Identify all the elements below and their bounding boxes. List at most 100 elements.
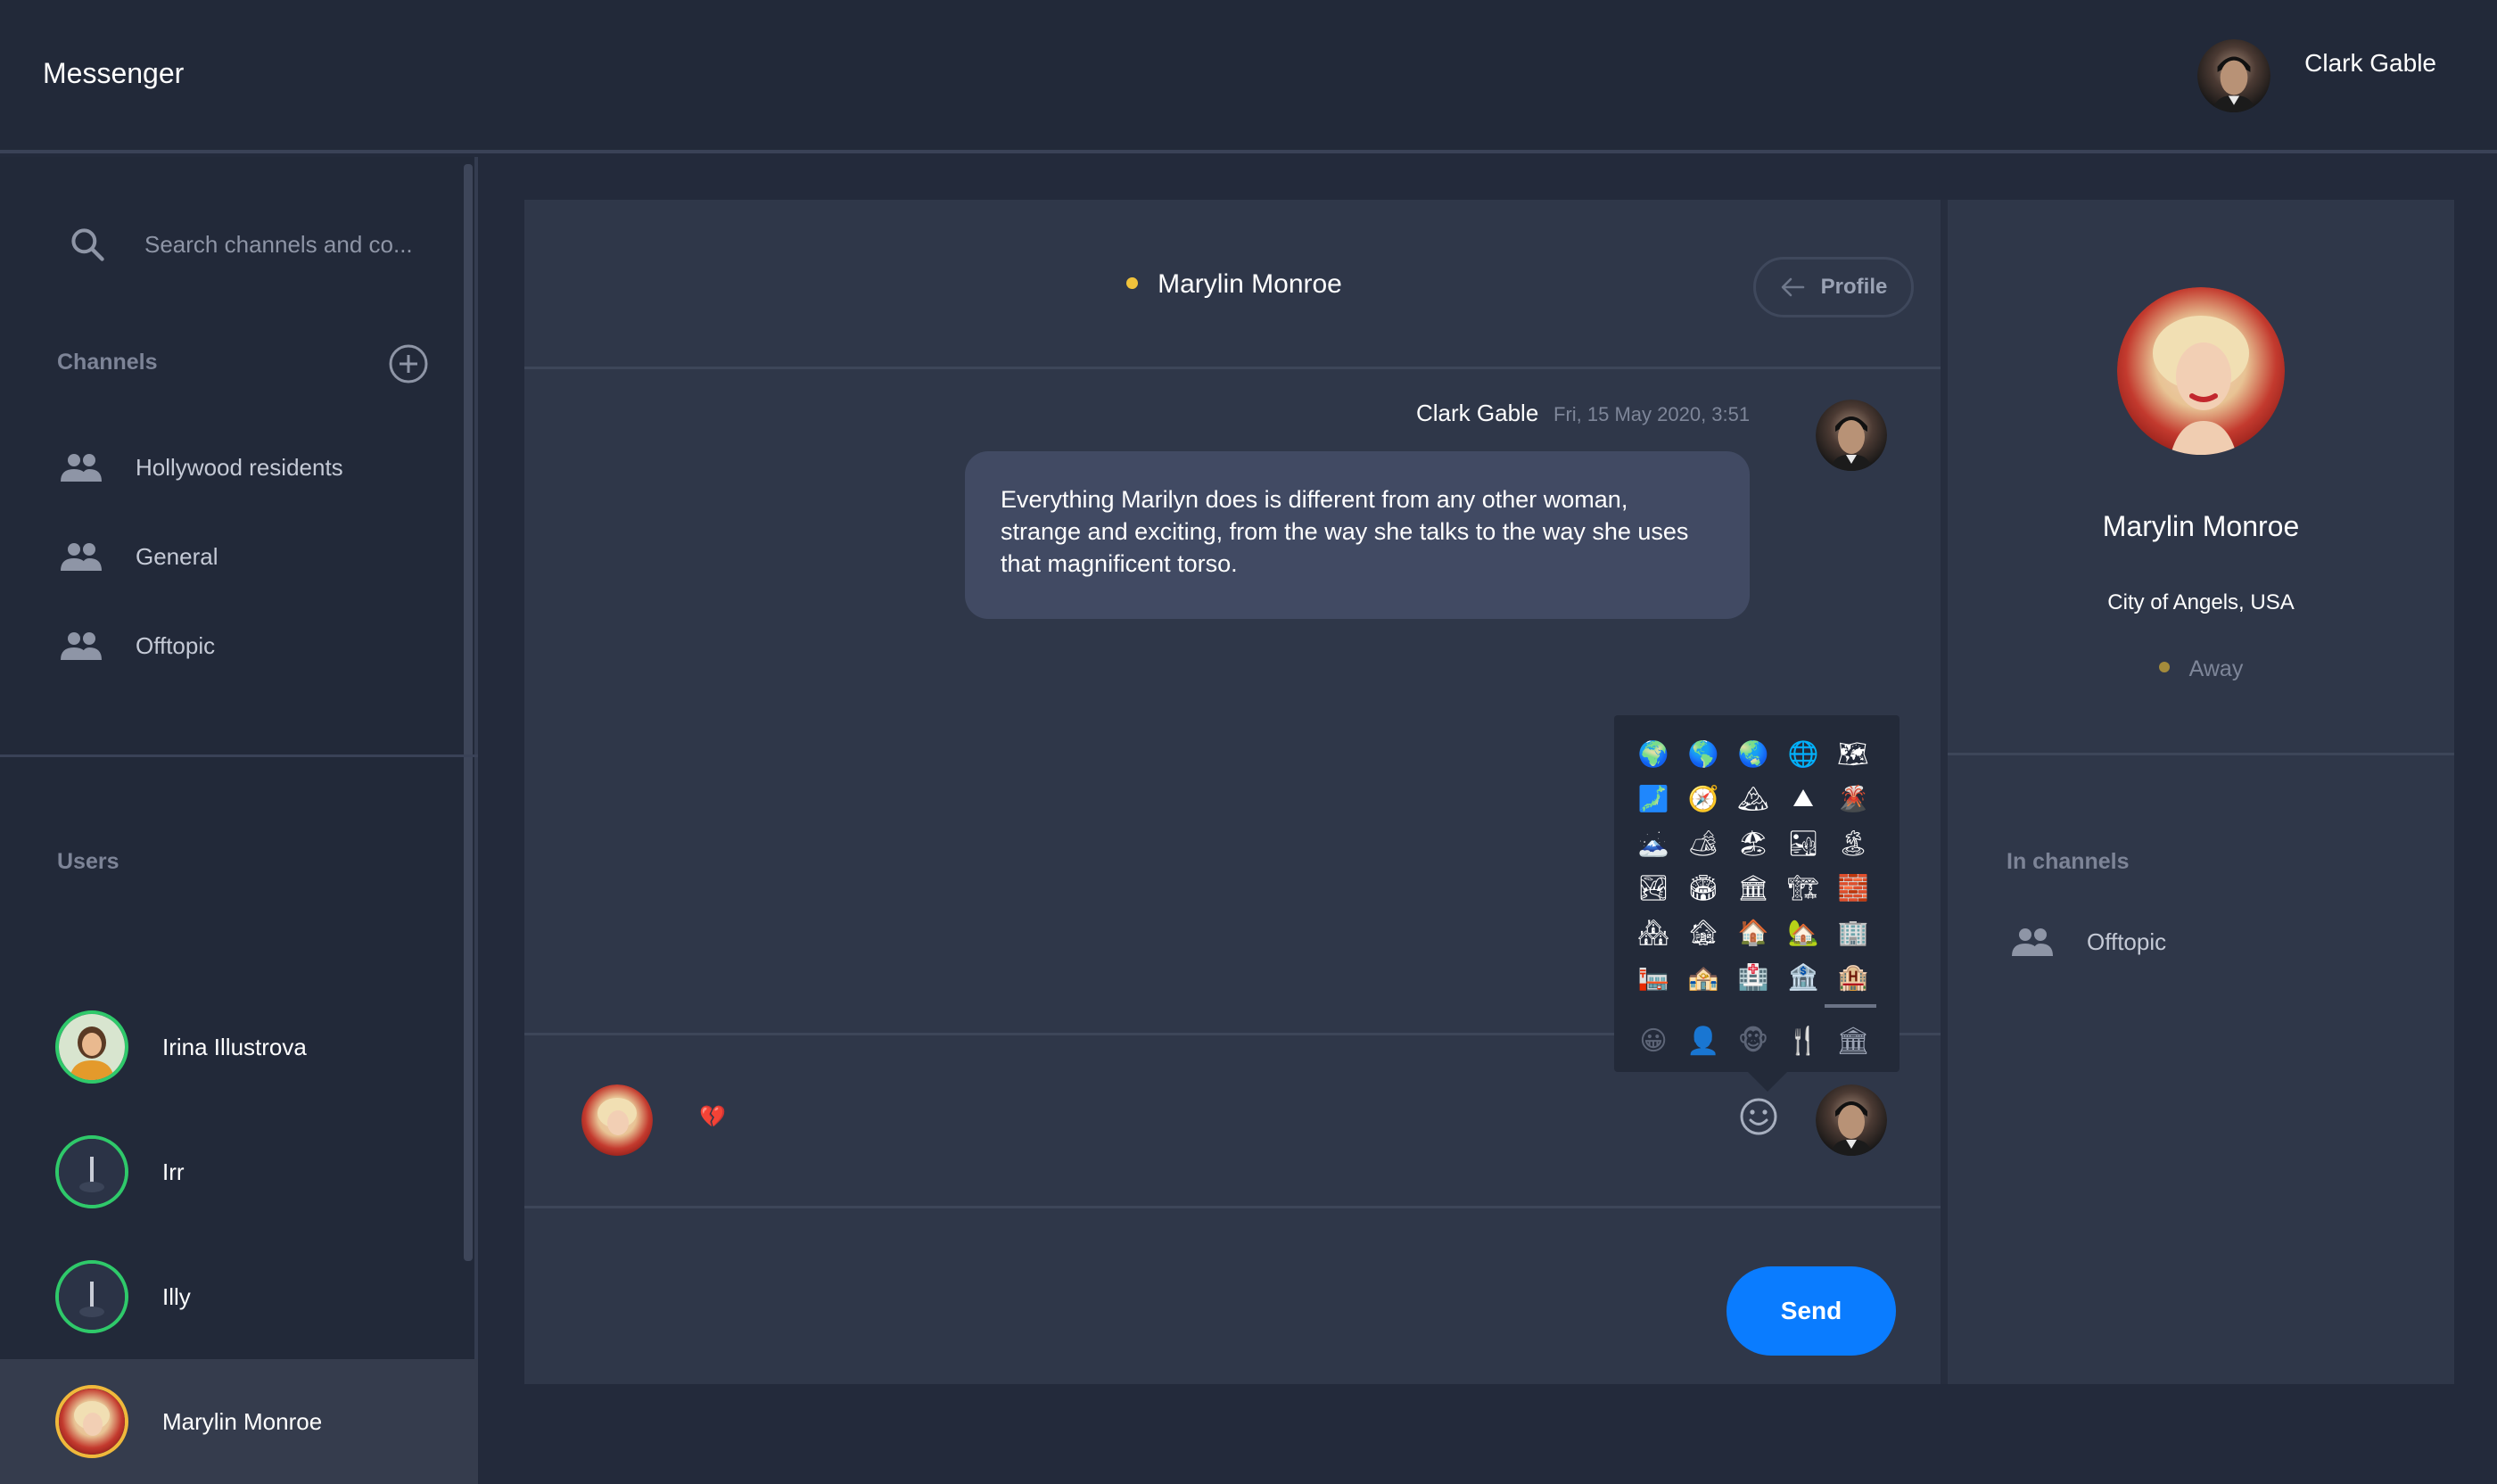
emoji-option[interactable]: 🏦 (1778, 954, 1828, 999)
avatar (55, 1135, 128, 1208)
emoji-option[interactable]: 🏝 (1828, 820, 1878, 865)
emoji-option[interactable]: 🏨 (1828, 954, 1878, 999)
user-name: Irr (162, 1158, 185, 1185)
user-item-marylin-monroe[interactable]: Marylin Monroe (0, 1359, 478, 1484)
status-dot (1126, 276, 1139, 289)
avatar (55, 1260, 128, 1333)
channels-heading: Channels (57, 350, 158, 375)
emoji-option[interactable]: 🏕 (1678, 820, 1728, 865)
current-user-avatar[interactable] (2197, 39, 2271, 112)
emoji-option[interactable]: 🧭 (1678, 776, 1728, 820)
emoji-option[interactable]: 🏚 (1678, 910, 1728, 954)
emoji-option[interactable]: 🗾 (1628, 776, 1678, 820)
current-user-name: Clark Gable (2304, 49, 2436, 77)
emoji-option[interactable]: 🏢 (1828, 910, 1878, 954)
emoji-option[interactable]: 🏟 (1678, 865, 1728, 910)
arrow-left-icon (1781, 277, 1804, 297)
user-name: Marylin Monroe (162, 1407, 323, 1435)
emoji-option[interactable]: 🌋 (1828, 776, 1878, 820)
emoji-category-tab[interactable]: 🍴 (1778, 1018, 1828, 1063)
profile-button-label: Profile (1820, 275, 1888, 299)
user-name: Irina Illustrova (162, 1033, 307, 1060)
profile-location: City of Angels, USA (2107, 590, 2295, 614)
emoji-option[interactable]: 🌐 (1778, 731, 1828, 776)
search-icon (71, 228, 104, 261)
avatar (55, 1385, 128, 1458)
group-icon (2012, 928, 2053, 956)
emoji-option[interactable]: 🌎 (1678, 731, 1728, 776)
app-title: Messenger (43, 57, 185, 89)
panel-edge (1941, 200, 1948, 1384)
group-icon (61, 543, 102, 571)
message-time: Fri, 15 May 2020, 3:51 (1553, 403, 1751, 425)
emoji-category-tab[interactable]: 😀 (1628, 1018, 1678, 1063)
emoji-option[interactable]: 🏜 (1778, 820, 1828, 865)
emoji-option[interactable]: 🏤 (1678, 954, 1728, 999)
users-heading: Users (57, 849, 119, 874)
emoji-option[interactable]: 🏠 (1728, 910, 1778, 954)
add-channel-icon[interactable] (387, 342, 430, 385)
message-avatar (1816, 400, 1887, 471)
current-user[interactable]: Clark Gable (2197, 39, 2436, 112)
emoji-category-tab[interactable]: 👤 (1678, 1018, 1728, 1063)
profile-status-label: Away (2188, 656, 2244, 681)
search-input[interactable] (144, 230, 430, 259)
send-button[interactable]: Send (1726, 1266, 1896, 1356)
emoji-option[interactable]: 🗻 (1628, 820, 1678, 865)
channel-label: Offtopic (2087, 928, 2167, 955)
emoji-option[interactable]: 🗺 (1828, 731, 1878, 776)
profile-name: Marylin Monroe (2102, 510, 2300, 542)
profile-channel-offtopic[interactable]: Offtopic (2010, 924, 2166, 960)
emoji-option[interactable]: 🌍 (1628, 731, 1678, 776)
composer-avatar (1816, 1084, 1887, 1156)
emoji-category-tab[interactable]: 🐵 (1728, 1018, 1778, 1063)
channel-general[interactable]: General (59, 530, 451, 583)
top-header: Messenger Clark Gable (0, 0, 2497, 153)
profile-avatar (2117, 287, 2285, 455)
emoji-option[interactable]: 🏛 (1728, 865, 1778, 910)
channel-hollywood-residents[interactable]: Hollywood residents (59, 441, 451, 494)
profile-button[interactable]: Profile (1753, 257, 1914, 317)
channel-offtopic[interactable]: Offtopic (59, 619, 451, 672)
emoji-option[interactable]: 🏖 (1728, 820, 1778, 865)
user-item-irr[interactable]: Irr (0, 1109, 478, 1234)
user-item-illy[interactable]: Illy (0, 1234, 478, 1359)
emoji-grid: 🌍 🌎 🌏 🌐 🗺 🗾 🧭 🏔 ⛰ 🌋 🗻 🏕 🏖 🏜 🏝 🏞 🏟 🏛 🏗 🧱 🏘 🏚 🏠 🏡 🏢 🏣 🏤 🏥 🏦 🏨 (1628, 731, 1887, 999)
channel-label: Hollywood residents (136, 453, 343, 481)
divider (524, 1206, 1944, 1208)
message-bubble: Everything Marilyn does is different fro… (965, 451, 1750, 619)
emoji-option[interactable]: 🧱 (1828, 865, 1878, 910)
sidebar-divider (0, 754, 478, 757)
emoji-option[interactable]: 🏣 (1628, 954, 1678, 999)
chat-title: Marylin Monroe (524, 269, 1944, 300)
emoji-option[interactable]: 🌏 (1728, 731, 1778, 776)
emoji-option[interactable]: ⛰ (1778, 776, 1828, 820)
status-dot (2158, 662, 2170, 673)
reply-avatar (581, 1084, 653, 1156)
profile-panel: Marylin Monroe City of Angels, USA Away … (1948, 200, 2454, 1384)
contact-name: Marylin Monroe (1158, 269, 1342, 299)
emoji-category-tabs: 😀 👤 🐵 🍴 🏛 (1628, 1018, 1887, 1063)
user-name: Illy (162, 1282, 191, 1310)
profile-status: Away (1948, 656, 2454, 682)
group-icon (61, 454, 102, 482)
channel-label: Offtopic (136, 631, 216, 659)
sidebar: Channels Hollywood residents General Off… (0, 157, 478, 1484)
message-author: Clark Gable (1416, 400, 1539, 426)
emoji-option[interactable]: 🏥 (1728, 954, 1778, 999)
avatar (55, 1010, 128, 1084)
emoji-category-tab[interactable]: 🏛 (1828, 1018, 1878, 1063)
emoji-icon[interactable] (1737, 1095, 1780, 1138)
search-bar (68, 219, 442, 269)
divider (1948, 753, 2454, 755)
emoji-option[interactable]: 🏞 (1628, 865, 1678, 910)
emoji-option[interactable]: 🏡 (1778, 910, 1828, 954)
in-channels-heading: In channels (2007, 849, 2130, 874)
emoji-option[interactable]: 🏔 (1728, 776, 1778, 820)
user-item-irina-illustrova[interactable]: Irina Illustrova (0, 985, 478, 1109)
emoji-option[interactable]: 🏗 (1778, 865, 1828, 910)
chat-header: Marylin Monroe Profile (524, 200, 1944, 369)
broken-heart-icon: 💔 (699, 1105, 726, 1129)
emoji-option[interactable]: 🏘 (1628, 910, 1678, 954)
group-icon (61, 632, 102, 660)
